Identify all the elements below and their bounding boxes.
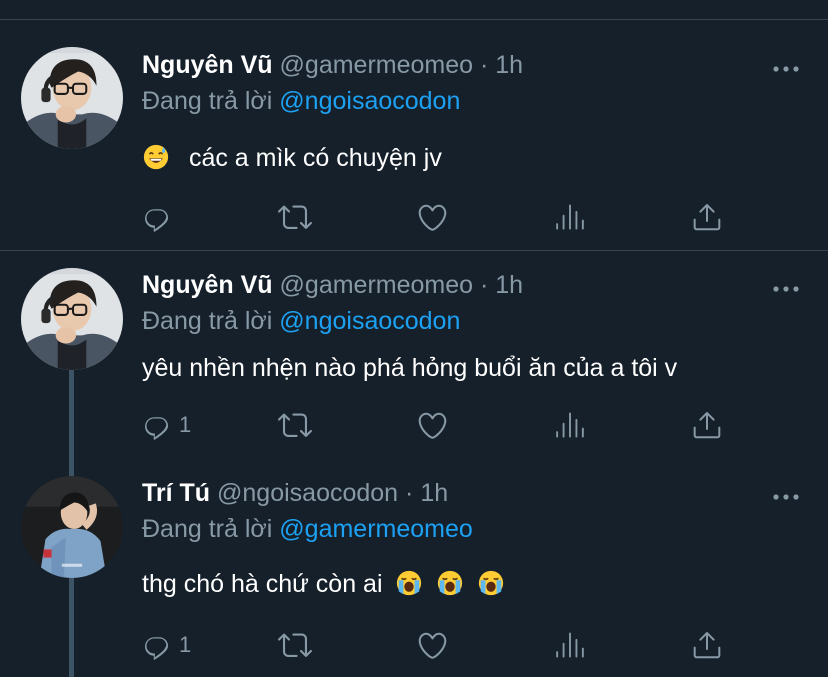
display-name[interactable]: Nguyên Vũ: [142, 51, 273, 79]
retweet-icon: [278, 408, 312, 442]
tweet-text: yêu nhền nhện nào phá hỏng buổi ăn của a…: [142, 352, 677, 384]
tweet-header: Nguyên Vũ @gamermeomeo · 1h: [142, 270, 523, 300]
more-icon: [772, 64, 800, 74]
reply-context: Đang trả lời @ngoisaocodon: [142, 86, 460, 116]
display-name[interactable]: Nguyên Vũ: [142, 271, 273, 299]
share-icon: [691, 629, 723, 661]
share-button[interactable]: [691, 200, 723, 234]
user-handle[interactable]: @gamermeomeo: [280, 271, 474, 299]
user-handle[interactable]: @gamermeomeo: [280, 51, 474, 79]
timestamp[interactable]: 1h: [495, 51, 523, 79]
display-name[interactable]: Trí Tú: [142, 479, 210, 507]
avatar[interactable]: [21, 476, 123, 578]
reply-mention[interactable]: @gamermeomeo: [279, 515, 473, 543]
like-icon: [416, 409, 449, 442]
tweet-divider: [0, 250, 828, 251]
reply-context: Đang trả lời @gamermeomeo: [142, 514, 473, 544]
more-icon: [772, 284, 800, 294]
reply-mention[interactable]: @ngoisaocodon: [279, 87, 460, 115]
reply-count: 1: [179, 632, 192, 657]
avatar[interactable]: [21, 268, 123, 370]
user-handle[interactable]: @ngoisaocodon: [217, 479, 398, 507]
retweet-icon: [278, 200, 312, 234]
tweet-body: yêu nhền nhện nào phá hỏng buổi ăn của a…: [142, 354, 678, 382]
analytics-button[interactable]: [555, 628, 585, 662]
analytics-icon: [555, 202, 585, 232]
avatar-nguyen-vu: [21, 268, 123, 370]
tweet-text: các a mìk có chuyện jv: [142, 142, 442, 174]
loudly-crying-emoji: [436, 569, 464, 597]
retweet-button[interactable]: [278, 628, 312, 662]
share-button[interactable]: [691, 628, 723, 662]
analytics-button[interactable]: [555, 200, 585, 234]
loudly-crying-emoji: [395, 569, 423, 597]
tweet-body: các a mìk có chuyện jv: [188, 144, 442, 172]
separator-dot: ·: [480, 51, 489, 79]
reply-icon: [141, 629, 173, 661]
tweet-header: Nguyên Vũ @gamermeomeo · 1h: [142, 50, 523, 80]
avatar-nguyen-vu: [21, 47, 123, 149]
analytics-button[interactable]: [555, 408, 585, 442]
like-button[interactable]: [416, 408, 449, 442]
share-icon: [691, 409, 723, 441]
more-options-button[interactable]: [772, 61, 800, 71]
reply-count: 1: [179, 412, 192, 437]
like-icon: [416, 629, 449, 662]
retweet-icon: [278, 628, 312, 662]
reply-mention[interactable]: @ngoisaocodon: [279, 307, 460, 335]
more-options-button[interactable]: [772, 281, 800, 291]
loudly-crying-emoji: [477, 569, 505, 597]
analytics-icon: [555, 630, 585, 660]
timestamp[interactable]: 1h: [495, 271, 523, 299]
tweet-header: Trí Tú @ngoisaocodon · 1h: [142, 478, 448, 508]
share-button[interactable]: [691, 408, 723, 442]
avatar[interactable]: [21, 47, 123, 149]
reply-context: Đang trả lời @ngoisaocodon: [142, 306, 460, 336]
grinning-sweat-emoji: [142, 143, 170, 171]
reply-icon: [141, 201, 173, 233]
reply-prefix: Đang trả lời: [142, 515, 273, 543]
reply-prefix: Đang trả lời: [142, 307, 273, 335]
retweet-button[interactable]: [278, 200, 312, 234]
like-button[interactable]: [416, 628, 449, 662]
share-icon: [691, 201, 723, 233]
like-button[interactable]: [416, 200, 449, 234]
like-icon: [416, 201, 449, 234]
avatar-tri-tu: [21, 476, 123, 578]
tweet-actions: 1: [0, 408, 828, 442]
retweet-button[interactable]: [278, 408, 312, 442]
tweet-actions: [0, 200, 828, 234]
separator-dot: ·: [480, 271, 489, 299]
tweet-actions: 1: [0, 628, 828, 662]
more-icon: [772, 492, 800, 502]
top-divider: [0, 19, 828, 20]
reply-prefix: Đang trả lời: [142, 87, 273, 115]
separator-dot: ·: [405, 479, 414, 507]
reply-button[interactable]: 1: [141, 628, 191, 662]
analytics-icon: [555, 410, 585, 440]
more-options-button[interactable]: [772, 489, 800, 499]
reply-button[interactable]: 1: [141, 408, 191, 442]
reply-button[interactable]: [141, 200, 179, 234]
tweet-text: thg chó hà chứ còn ai: [142, 568, 505, 600]
reply-icon: [141, 409, 173, 441]
tweet-body: thg chó hà chứ còn ai: [142, 570, 383, 598]
timestamp[interactable]: 1h: [420, 479, 448, 507]
timeline: Nguyên Vũ @gamermeomeo · 1h Đang trả lời…: [0, 0, 828, 677]
